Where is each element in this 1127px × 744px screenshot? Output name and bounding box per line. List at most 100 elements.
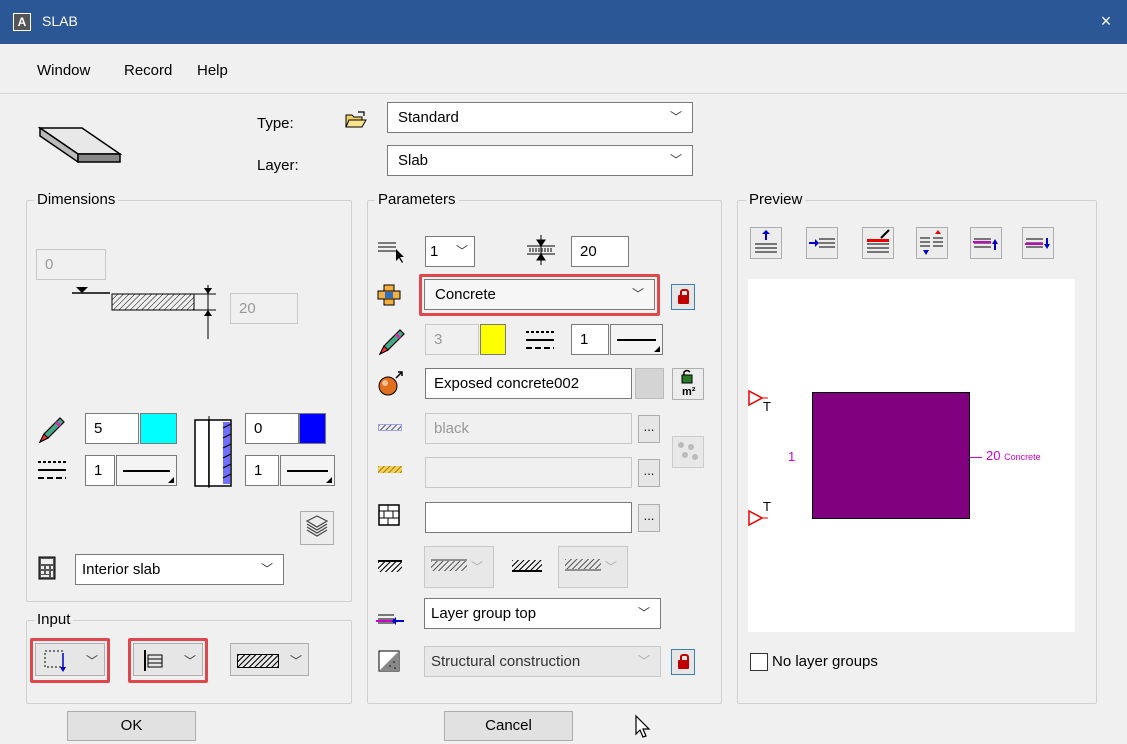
pattern-preview-button[interactable]	[672, 436, 704, 468]
hatch-icon	[378, 424, 402, 431]
pen-icon	[378, 329, 405, 356]
align-input-icon	[144, 650, 163, 671]
construction-icon	[378, 650, 400, 672]
chevron-down-icon: ﹀	[669, 153, 682, 167]
layer-group-value: Layer group top	[431, 605, 537, 622]
layer-insert-icon	[809, 238, 835, 248]
layer-group-top-icon	[973, 238, 998, 250]
area-quantity-button[interactable]: m²	[672, 368, 704, 400]
chevron-down-icon: ﹀	[183, 654, 196, 668]
pen-right-color[interactable]	[299, 413, 326, 444]
rectangle-input-icon	[44, 650, 66, 672]
layer-swap-icon	[920, 230, 943, 255]
input-mode-button[interactable]: ﹀	[35, 643, 105, 676]
app-icon: A	[13, 13, 31, 31]
chevron-down-icon: ﹀	[455, 244, 468, 258]
layer-add-top-icon	[755, 230, 777, 253]
move-layer-down-button[interactable]	[1022, 227, 1054, 259]
menu-record[interactable]: Record	[124, 62, 172, 79]
swap-layers-button[interactable]	[916, 227, 948, 259]
line-type-icon	[526, 331, 554, 349]
chevron-down-icon: ﹀	[669, 110, 682, 124]
preview-title: Preview	[746, 191, 806, 208]
line-type-icon	[38, 461, 66, 479]
layer-line-input[interactable]: 1	[571, 324, 609, 355]
preview-material-label: Concrete	[1004, 452, 1041, 462]
construction-select[interactable]: Structural construction ﹀	[424, 646, 661, 677]
construction-lock-button[interactable]	[671, 649, 695, 675]
thickness-display: 20	[230, 293, 298, 324]
parameters-title: Parameters	[375, 191, 459, 208]
layer-index-select[interactable]: 1 ﹀	[425, 236, 475, 267]
add-layer-top-button[interactable]	[750, 227, 782, 259]
insert-layer-button[interactable]	[806, 227, 838, 259]
material-lock-button[interactable]	[671, 284, 695, 310]
top-marker-label: T	[763, 399, 771, 414]
pen-left-color[interactable]	[140, 413, 177, 444]
top-offset-input[interactable]: 0	[36, 249, 106, 280]
delete-layer-button[interactable]	[862, 227, 894, 259]
line-right-style[interactable]	[280, 455, 335, 486]
open-folder-icon[interactable]	[344, 109, 368, 131]
layer-pen-color[interactable]	[480, 324, 506, 355]
surface-preview[interactable]	[635, 368, 664, 399]
line-left-style[interactable]	[116, 455, 177, 486]
slab-preset-select[interactable]: Interior slab ﹀	[75, 554, 284, 585]
line-right-input[interactable]: 1	[245, 455, 279, 486]
surface-icon	[378, 371, 403, 396]
pen-right-input[interactable]: 0	[245, 413, 299, 444]
pattern-icon	[678, 442, 698, 460]
chevron-down-icon: ﹀	[260, 562, 273, 576]
layer-index-value: 1	[430, 243, 439, 260]
menu-window[interactable]: Window	[37, 62, 90, 79]
pen-left-input[interactable]: 5	[85, 413, 139, 444]
layer-line-style[interactable]	[610, 324, 663, 355]
material-select[interactable]: Concrete ﹀	[424, 279, 655, 310]
chevron-down-icon: ﹀	[289, 654, 302, 668]
layer-erase-icon	[867, 229, 890, 253]
line-left-input[interactable]: 1	[85, 455, 115, 486]
pattern-browse-button[interactable]: ...	[638, 504, 660, 532]
wall-section-icon	[194, 416, 232, 488]
layer-group-select[interactable]: Layer group top ﹀	[424, 598, 661, 629]
hatch-mode-button[interactable]: ﹀	[230, 643, 309, 676]
layer-label: Layer:	[257, 157, 299, 174]
fill-icon	[378, 466, 402, 473]
hatch-input[interactable]: black	[425, 413, 632, 444]
layer-thickness-input[interactable]: 20	[571, 236, 629, 267]
preview-thickness-label: 20	[986, 448, 1001, 463]
chevron-down-icon: ﹀	[85, 654, 98, 668]
menu-help[interactable]: Help	[197, 62, 228, 79]
ok-button[interactable]: OK	[67, 711, 196, 741]
move-layer-up-button[interactable]	[970, 227, 1002, 259]
hatch-style-select[interactable]: ﹀	[424, 546, 494, 588]
align-mode-button[interactable]: ﹀	[133, 643, 203, 676]
pen-icon	[38, 417, 65, 444]
surface-input[interactable]: Exposed concrete002	[425, 368, 632, 399]
mouse-cursor-icon	[635, 714, 651, 738]
layer-select[interactable]: Slab ﹀	[387, 145, 693, 176]
chevron-down-icon: ﹀	[637, 606, 650, 620]
cancel-button[interactable]: Cancel	[444, 711, 573, 741]
lock-icon	[678, 654, 689, 669]
type-select[interactable]: Standard ﹀	[387, 102, 693, 133]
type-label: Type:	[257, 115, 294, 132]
layer-pen-input[interactable]: 3	[425, 324, 479, 355]
close-button[interactable]: ×	[1095, 10, 1117, 32]
pattern-input[interactable]	[425, 502, 632, 533]
chevron-down-icon: ﹀	[637, 654, 650, 668]
layers-button[interactable]	[300, 511, 334, 545]
slab-section-icon	[72, 285, 216, 339]
hatch-style-preview-2	[565, 559, 601, 571]
menu-bar: Window Record Help	[0, 44, 1127, 94]
no-layer-groups-checkbox[interactable]	[750, 653, 768, 671]
fill-browse-button[interactable]: ...	[638, 459, 660, 487]
layers-icon	[305, 515, 329, 537]
fill-input[interactable]	[425, 457, 632, 488]
hatch-browse-button[interactable]: ...	[638, 415, 660, 443]
hatch-style-select-2[interactable]: ﹀	[558, 546, 628, 588]
hatch-style-preview	[431, 559, 467, 571]
slab-icon	[37, 126, 123, 164]
chevron-down-icon: ﹀	[604, 560, 617, 574]
preview-leader-line	[970, 457, 982, 458]
